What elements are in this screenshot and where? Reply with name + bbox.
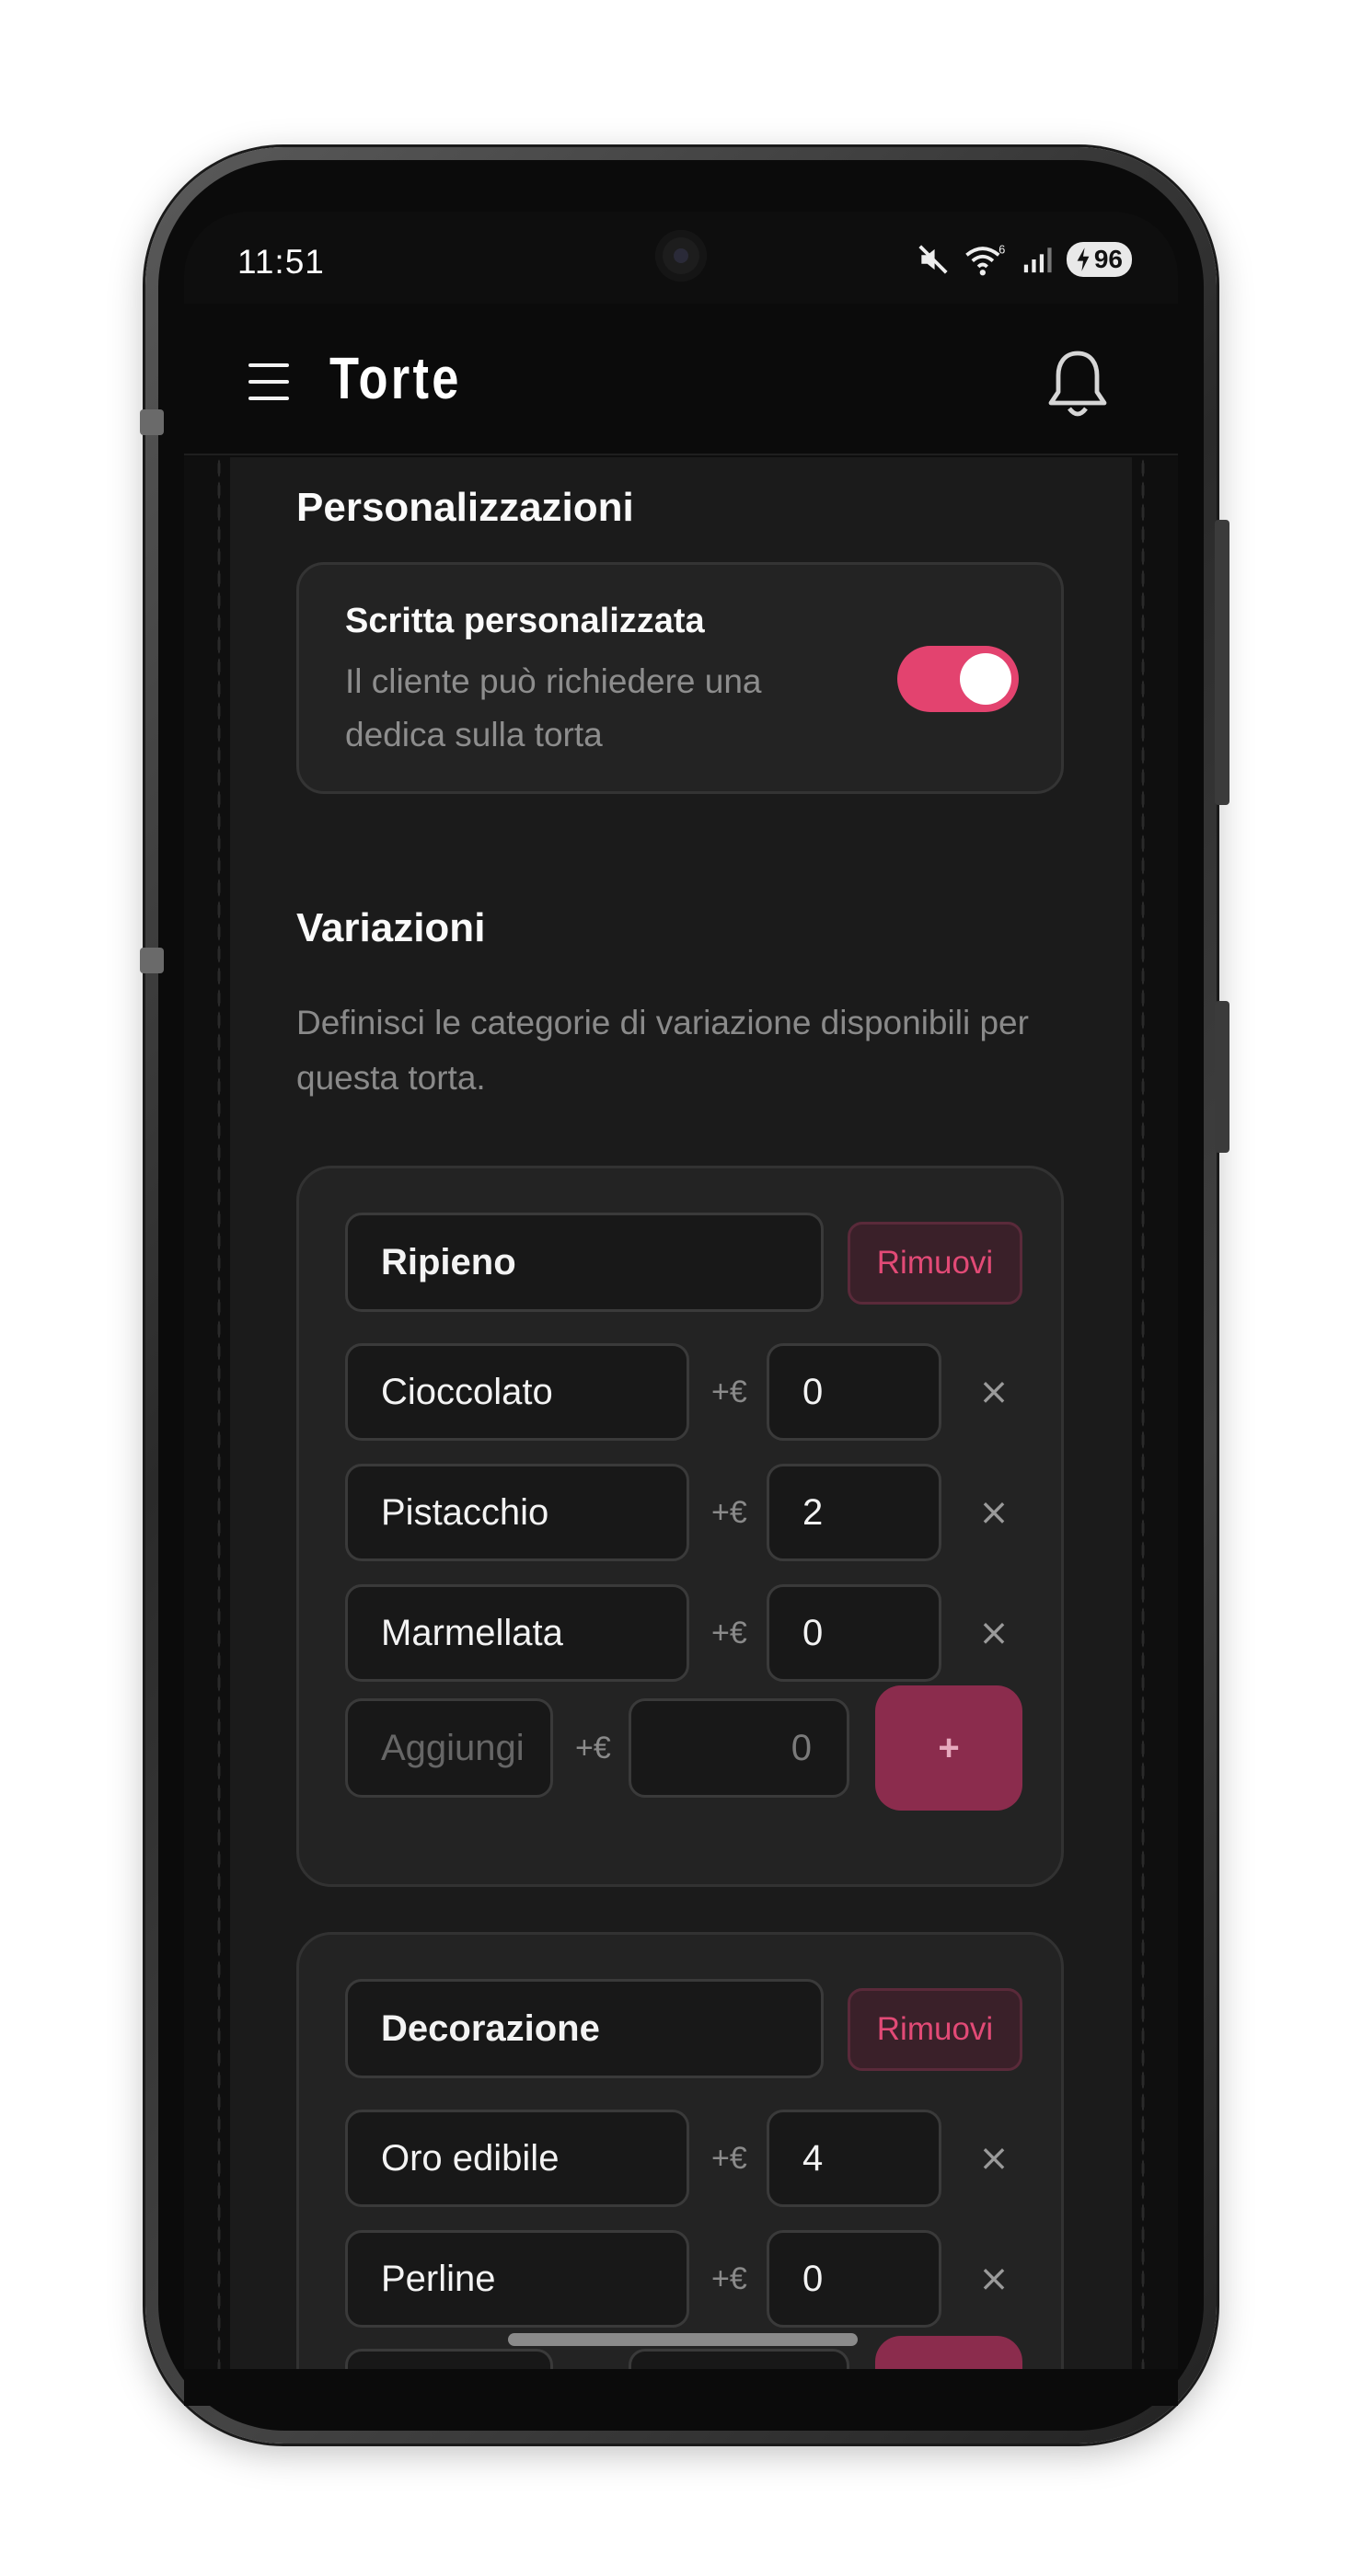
- new-option-name-input[interactable]: [345, 2349, 553, 2369]
- status-bar: 11:51 6 96: [184, 212, 1178, 304]
- scroll-content[interactable]: Personalizzazioni Scritta personalizzata…: [184, 457, 1178, 2369]
- hamburger-menu-icon[interactable]: [248, 363, 289, 400]
- remove-category-button[interactable]: Rimuovi: [848, 1988, 1022, 2071]
- remove-option-icon[interactable]: ×: [971, 1343, 1017, 1441]
- price-prefix: +€: [711, 2140, 747, 2176]
- frame-antenna-line: [140, 409, 164, 435]
- option-price-field[interactable]: 4: [767, 2110, 941, 2207]
- price-prefix: +€: [711, 2260, 747, 2296]
- charging-bolt-icon: [1077, 247, 1090, 271]
- variations-description: Definisci le categorie di variazione dis…: [296, 1004, 1029, 1097]
- bottom-bezel: [184, 2369, 1178, 2406]
- section-title-personalizations: Personalizzazioni: [296, 485, 634, 530]
- volume-button: [1215, 520, 1229, 805]
- option-name-field[interactable]: Marmellata: [345, 1584, 689, 1682]
- category-name-field[interactable]: Decorazione: [345, 1979, 824, 2078]
- decorative-rail: [1141, 457, 1145, 2369]
- option-price-field[interactable]: 0: [767, 1343, 941, 1441]
- variation-group-ripieno: Ripieno Rimuovi Cioccolato +€ 0 × Pistac…: [296, 1166, 1064, 1887]
- option-price-field[interactable]: 0: [767, 2230, 941, 2328]
- app-bar: Torte: [184, 304, 1178, 455]
- custom-text-description: Il cliente può richiedere una dedica sul…: [345, 662, 762, 753]
- remove-option-icon[interactable]: ×: [971, 2110, 1017, 2207]
- price-prefix: +€: [575, 1730, 611, 1765]
- category-name-field[interactable]: Ripieno: [345, 1213, 824, 1312]
- option-name-field[interactable]: Oro edibile: [345, 2110, 689, 2207]
- remove-category-button[interactable]: Rimuovi: [848, 1222, 1022, 1305]
- section-title-variations: Variazioni: [296, 905, 486, 950]
- mute-icon: [918, 245, 948, 274]
- home-indicator[interactable]: [508, 2333, 858, 2346]
- signal-icon: [1023, 247, 1052, 273]
- price-prefix: +€: [711, 1494, 747, 1530]
- app-title: Torte: [329, 345, 462, 411]
- option-name-field[interactable]: Perline: [345, 2230, 689, 2328]
- status-icons: 6 96: [916, 241, 1132, 278]
- remove-option-icon[interactable]: ×: [971, 1464, 1017, 1561]
- bell-icon[interactable]: [1047, 348, 1108, 421]
- status-time: 11:51: [237, 243, 325, 281]
- option-name-field[interactable]: Pistacchio: [345, 1464, 689, 1561]
- phone-screen: 11:51 6 96 Torte Personalizzazioni Scrit…: [184, 212, 1178, 2369]
- price-prefix: +€: [711, 1374, 747, 1409]
- variation-group-decorazione: Decorazione Rimuovi Oro edibile +€ 4 × P…: [296, 1932, 1064, 2369]
- front-camera: [655, 230, 707, 282]
- wifi-badge: 6: [998, 244, 1005, 257]
- new-option-price-input[interactable]: [629, 2349, 849, 2369]
- remove-option-icon[interactable]: ×: [971, 1584, 1017, 1682]
- wifi-icon: 6: [965, 244, 1005, 276]
- price-prefix: +€: [711, 1615, 747, 1650]
- battery-indicator: 96: [1066, 242, 1132, 277]
- custom-text-setting: Scritta personalizzata Il cliente può ri…: [296, 562, 1064, 794]
- new-option-name-input[interactable]: Aggiungi: [345, 1698, 553, 1798]
- decorative-rail: [217, 457, 221, 2369]
- option-price-field[interactable]: 0: [767, 1584, 941, 1682]
- option-price-field[interactable]: 2: [767, 1464, 941, 1561]
- battery-level: 96: [1093, 245, 1123, 273]
- option-name-field[interactable]: Cioccolato: [345, 1343, 689, 1441]
- add-option-button[interactable]: +: [875, 1685, 1022, 1811]
- new-option-price-input[interactable]: 0: [629, 1698, 849, 1798]
- remove-option-icon[interactable]: ×: [971, 2230, 1017, 2328]
- frame-antenna-line: [140, 948, 164, 973]
- toggle-knob: [960, 653, 1011, 705]
- custom-text-title: Scritta personalizzata: [345, 602, 705, 640]
- add-option-button[interactable]: [875, 2336, 1022, 2369]
- custom-text-toggle[interactable]: [897, 646, 1019, 712]
- power-button: [1215, 1001, 1229, 1153]
